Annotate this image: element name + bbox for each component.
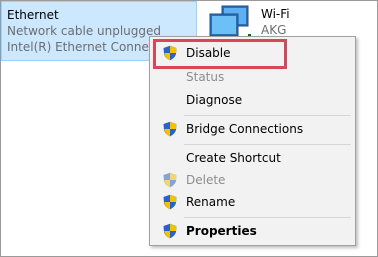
wifi-name: Wi-Fi <box>261 7 290 21</box>
menu-item-label: Create Shortcut <box>186 151 281 165</box>
shield-icon <box>163 194 177 210</box>
menu-item-bridge-connections[interactable]: Bridge Connections <box>152 118 353 140</box>
menu-item-label: Rename <box>186 195 236 209</box>
menu-separator <box>184 144 351 145</box>
menu-item-label: Bridge Connections <box>186 122 304 136</box>
shield-icon <box>163 172 177 188</box>
menu-item-delete: Delete <box>152 169 353 191</box>
menu-item-label: Diagnose <box>186 93 243 107</box>
shield-icon <box>163 223 177 239</box>
menu-item-label: Delete <box>186 173 226 187</box>
disable-highlight-box <box>153 39 287 69</box>
ethernet-name: Ethernet <box>7 8 59 22</box>
menu-item-create-shortcut[interactable]: Create Shortcut <box>152 147 353 169</box>
network-connections-window: Ethernet Network cable unplugged Intel(R… <box>0 0 378 257</box>
menu-separator <box>184 217 351 218</box>
shield-icon <box>163 121 177 137</box>
ethernet-status: Network cable unplugged <box>7 24 162 38</box>
menu-item-status: Status <box>152 66 353 88</box>
menu-item-properties[interactable]: Properties <box>152 220 353 242</box>
ethernet-device: Intel(R) Ethernet Connectio <box>7 40 171 54</box>
menu-separator <box>184 115 351 116</box>
menu-item-label: Status <box>186 70 225 84</box>
menu-item-label: Properties <box>186 224 257 238</box>
wifi-ssid: AKG <box>261 23 287 37</box>
menu-item-rename[interactable]: Rename <box>152 191 353 213</box>
menu-item-diagnose[interactable]: Diagnose <box>152 89 353 111</box>
